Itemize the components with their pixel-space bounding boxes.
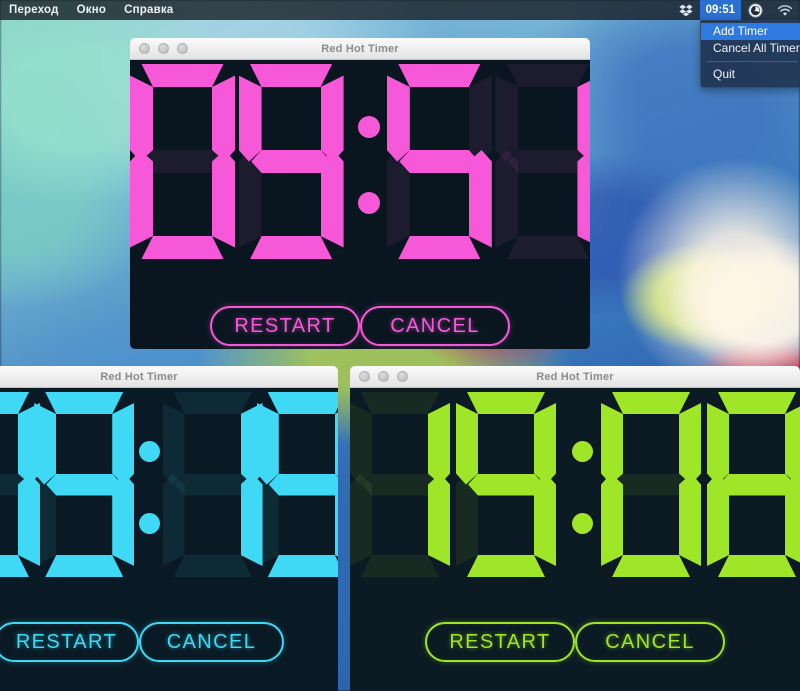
menu-item-cancel-all-timers[interactable]: Cancel All Timers <box>701 40 800 57</box>
menu-bar: Переход Окно Справка 09:51 <box>0 0 800 20</box>
dropbox-icon[interactable] <box>672 0 700 20</box>
colon-separator <box>347 64 387 259</box>
seven-segment-digit <box>601 392 702 577</box>
menu-separator <box>707 61 797 62</box>
close-icon[interactable] <box>139 43 150 54</box>
restart-button[interactable]: RESTART <box>425 622 575 662</box>
seven-segment-digit <box>256 392 338 577</box>
colon-dot <box>138 441 160 463</box>
timer-panel: RESTART CANCEL <box>0 388 338 691</box>
traffic-lights <box>130 43 188 54</box>
window-titlebar[interactable]: Red Hot Timer <box>0 366 338 388</box>
restart-button[interactable]: RESTART <box>0 622 139 662</box>
timer-status-menu: Add Timer Cancel All Timers Quit <box>700 20 800 88</box>
seven-segment-digit <box>386 64 492 259</box>
seven-segment-digit <box>707 392 800 577</box>
timer-actions: RESTART CANCEL <box>350 622 800 662</box>
colon-dot <box>138 513 160 535</box>
menu-item-go[interactable]: Переход <box>0 0 68 20</box>
colon-separator <box>128 392 162 577</box>
colon-dot <box>358 115 381 138</box>
seven-segment-digit <box>162 392 263 577</box>
seven-segment-display <box>130 60 590 259</box>
window-title: Red Hot Timer <box>321 42 399 55</box>
traffic-lights <box>350 371 408 382</box>
timer-window-green[interactable]: Red Hot Timer RESTART CANCEL <box>350 366 800 691</box>
window-title: Red Hot Timer <box>536 370 614 383</box>
timer-window-pink[interactable]: Red Hot Timer RESTART CANCEL <box>130 38 590 349</box>
colon-dot <box>572 513 594 535</box>
seven-segment-digit <box>350 392 450 577</box>
colon-dot <box>572 441 594 463</box>
window-title: Red Hot Timer <box>100 370 178 383</box>
timer-actions: RESTART CANCEL <box>130 306 590 346</box>
seven-segment-digit <box>238 64 344 259</box>
seven-segment-digit <box>34 392 135 577</box>
wifi-icon[interactable] <box>770 0 800 20</box>
zoom-icon[interactable] <box>397 371 408 382</box>
restart-button[interactable]: RESTART <box>210 306 360 346</box>
timer-panel: RESTART CANCEL <box>350 388 800 691</box>
seven-segment-digit <box>130 64 235 259</box>
menu-item-window[interactable]: Окно <box>68 0 115 20</box>
window-titlebar[interactable]: Red Hot Timer <box>350 366 800 388</box>
cancel-button[interactable]: CANCEL <box>139 622 284 662</box>
cancel-button[interactable]: CANCEL <box>360 306 510 346</box>
timer-window-cyan[interactable]: Red Hot Timer RESTART CANCEL <box>0 366 338 691</box>
timer-actions: RESTART CANCEL <box>0 622 338 662</box>
window-titlebar[interactable]: Red Hot Timer <box>130 38 590 60</box>
seven-segment-digit <box>495 64 590 259</box>
seven-segment-digit <box>455 392 556 577</box>
minimize-icon[interactable] <box>158 43 169 54</box>
menu-item-add-timer[interactable]: Add Timer <box>701 23 800 40</box>
cancel-button[interactable]: CANCEL <box>575 622 725 662</box>
timer-menu-icon[interactable] <box>741 0 770 20</box>
seven-segment-display <box>350 388 800 577</box>
minimize-icon[interactable] <box>378 371 389 382</box>
menu-item-help[interactable]: Справка <box>115 0 182 20</box>
menubar-clock[interactable]: 09:51 <box>699 0 741 20</box>
colon-separator <box>562 392 601 577</box>
close-icon[interactable] <box>359 371 370 382</box>
timer-panel: RESTART CANCEL <box>130 60 590 349</box>
colon-dot <box>358 191 381 214</box>
menu-item-quit[interactable]: Quit <box>701 66 800 83</box>
zoom-icon[interactable] <box>177 43 188 54</box>
seven-segment-digit <box>0 392 40 577</box>
seven-segment-display <box>0 388 338 577</box>
